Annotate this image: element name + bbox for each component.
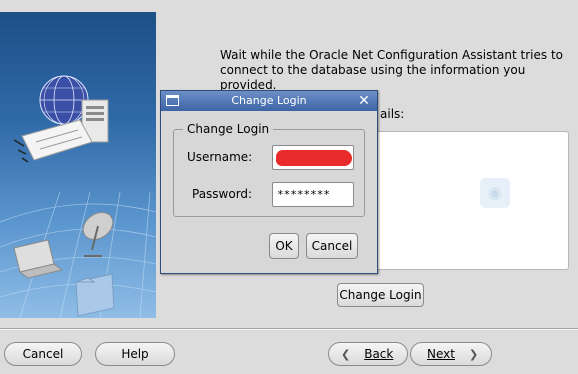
globe-icon (39, 75, 89, 125)
dialog-titlebar[interactable]: Change Login ✕ (161, 91, 377, 111)
folder-icon (75, 273, 115, 317)
username-input[interactable] (272, 145, 354, 170)
details-label: ails: (380, 107, 405, 121)
next-arrow-icon: ❯ (468, 347, 479, 361)
background-logo-icon: ◉ (480, 178, 510, 208)
redaction-mark (276, 150, 352, 166)
laptop-icon (13, 239, 64, 279)
login-group-title: Change Login (183, 122, 274, 136)
password-input[interactable]: ******** (272, 182, 354, 207)
change-login-button[interactable]: Change Login (337, 283, 424, 307)
back-arrow-icon: ❮ (341, 347, 351, 361)
ok-button[interactable]: OK (269, 233, 299, 259)
side-illustration (0, 12, 156, 318)
satellite-dish-icon (82, 212, 114, 257)
footer-separator (0, 328, 578, 330)
back-button[interactable]: ❮ Back (328, 342, 408, 366)
cancel-button[interactable]: Cancel (4, 342, 82, 366)
next-label: Next (427, 347, 455, 361)
help-button[interactable]: Help (95, 342, 175, 366)
password-label: Password: (192, 187, 253, 201)
info-text: Wait while the Oracle Net Configuration … (220, 48, 563, 90)
document-icon (13, 119, 93, 163)
dialog-cancel-button[interactable]: Cancel (306, 233, 358, 259)
back-label: Back (364, 347, 394, 361)
next-button[interactable]: Next ❯ (410, 342, 492, 366)
change-login-dialog: Change Login ✕ Change Login Username: Pa… (160, 90, 378, 274)
network-illustration (0, 75, 156, 318)
dialog-title: Change Login (231, 94, 307, 107)
window-icon[interactable] (166, 95, 179, 106)
username-label: Username: (187, 150, 253, 164)
close-icon[interactable]: ✕ (357, 92, 371, 110)
details-box (373, 131, 569, 270)
